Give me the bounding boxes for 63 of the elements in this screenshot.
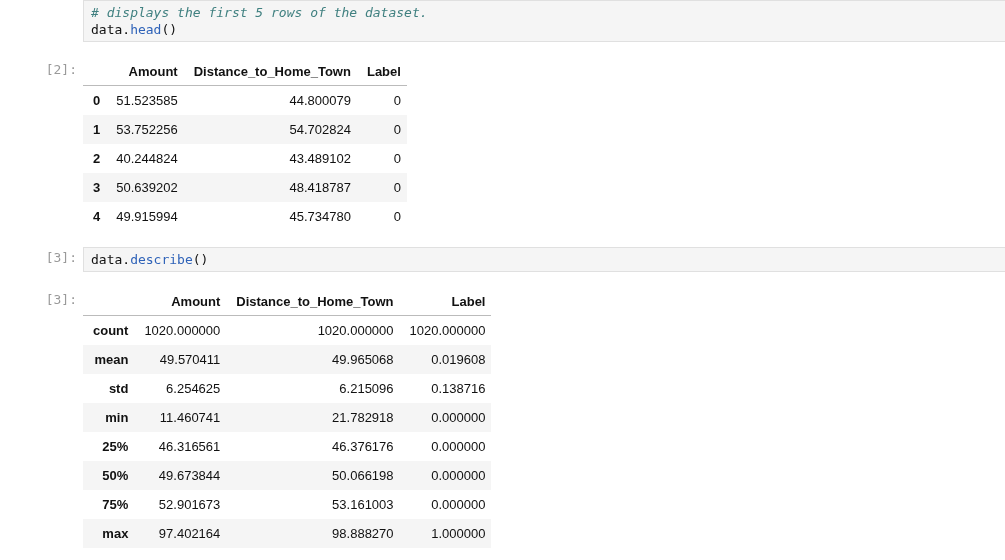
column-header: Label — [356, 58, 407, 86]
table-cell: 0.000000 — [399, 403, 492, 432]
column-header: Label — [399, 288, 492, 316]
table-cell: 0.019608 — [399, 345, 492, 374]
table-cell: 43.489102 — [183, 144, 357, 173]
table-cell: 0.138716 — [399, 374, 492, 403]
table-cell: 0 — [356, 85, 407, 115]
table-cell: 0 — [356, 115, 407, 144]
table-cell: 97.402164 — [134, 519, 227, 548]
table-cell: 0.000000 — [399, 490, 492, 519]
table-cell: 0 — [356, 173, 407, 202]
table-cell: 50.066198 — [226, 461, 400, 490]
table-cell: 1.000000 — [399, 519, 492, 548]
row-index: 75% — [83, 490, 135, 519]
table-cell: 40.244824 — [106, 144, 184, 173]
table-cell: 21.782918 — [226, 403, 400, 432]
table-cell: 0.000000 — [399, 432, 492, 461]
table-cell: 46.376176 — [226, 432, 400, 461]
cell-prompt: [3]: — [44, 249, 78, 265]
column-header: Amount — [134, 288, 227, 316]
table-cell: 53.752256 — [106, 115, 184, 144]
row-index: max — [83, 519, 135, 548]
row-index: 25% — [83, 432, 135, 461]
code-cell[interactable]: # displays the first 5 rows of the dataset. data.head() — [83, 0, 1005, 42]
row-index: std — [83, 374, 135, 403]
column-header: Distance_to_Home_Town — [183, 58, 357, 86]
row-index: mean — [83, 345, 135, 374]
table-cell: 49.570411 — [134, 345, 227, 374]
table-cell: 50.639202 — [106, 173, 184, 202]
code-cell[interactable]: data.describe() — [83, 247, 1005, 272]
table-cell: 0 — [356, 202, 407, 231]
column-header: Distance_to_Home_Town — [226, 288, 400, 316]
row-index: 2 — [83, 144, 107, 173]
table-cell: 45.734780 — [183, 202, 357, 231]
column-header: Amount — [106, 58, 184, 86]
cell-prompt: [3]: — [44, 291, 78, 307]
table-cell: 0.000000 — [399, 461, 492, 490]
table-cell: 51.523585 — [106, 85, 184, 115]
table-cell: 6.254625 — [134, 374, 227, 403]
row-index: count — [83, 315, 135, 345]
table-cell: 49.965068 — [226, 345, 400, 374]
table-cell: 54.702824 — [183, 115, 357, 144]
table-cell: 1020.000000 — [399, 315, 492, 345]
cell-prompt: [2]: — [44, 61, 78, 77]
table-cell: 0 — [356, 144, 407, 173]
row-index: 4 — [83, 202, 107, 231]
table-cell: 49.673844 — [134, 461, 227, 490]
row-index: 3 — [83, 173, 107, 202]
table-cell: 49.915994 — [106, 202, 184, 231]
table-cell: 11.460741 — [134, 403, 227, 432]
table-cell: 53.161003 — [226, 490, 400, 519]
table-cell: 44.800079 — [183, 85, 357, 115]
table-cell: 6.215096 — [226, 374, 400, 403]
table-cell: 46.316561 — [134, 432, 227, 461]
table-cell: 1020.000000 — [134, 315, 227, 345]
row-index: 50% — [83, 461, 135, 490]
row-index: min — [83, 403, 135, 432]
row-index: 0 — [83, 85, 107, 115]
table-cell: 1020.000000 — [226, 315, 400, 345]
table-cell: 98.888270 — [226, 519, 400, 548]
table-cell: 52.901673 — [134, 490, 227, 519]
row-index: 1 — [83, 115, 107, 144]
table-cell: 48.418787 — [183, 173, 357, 202]
